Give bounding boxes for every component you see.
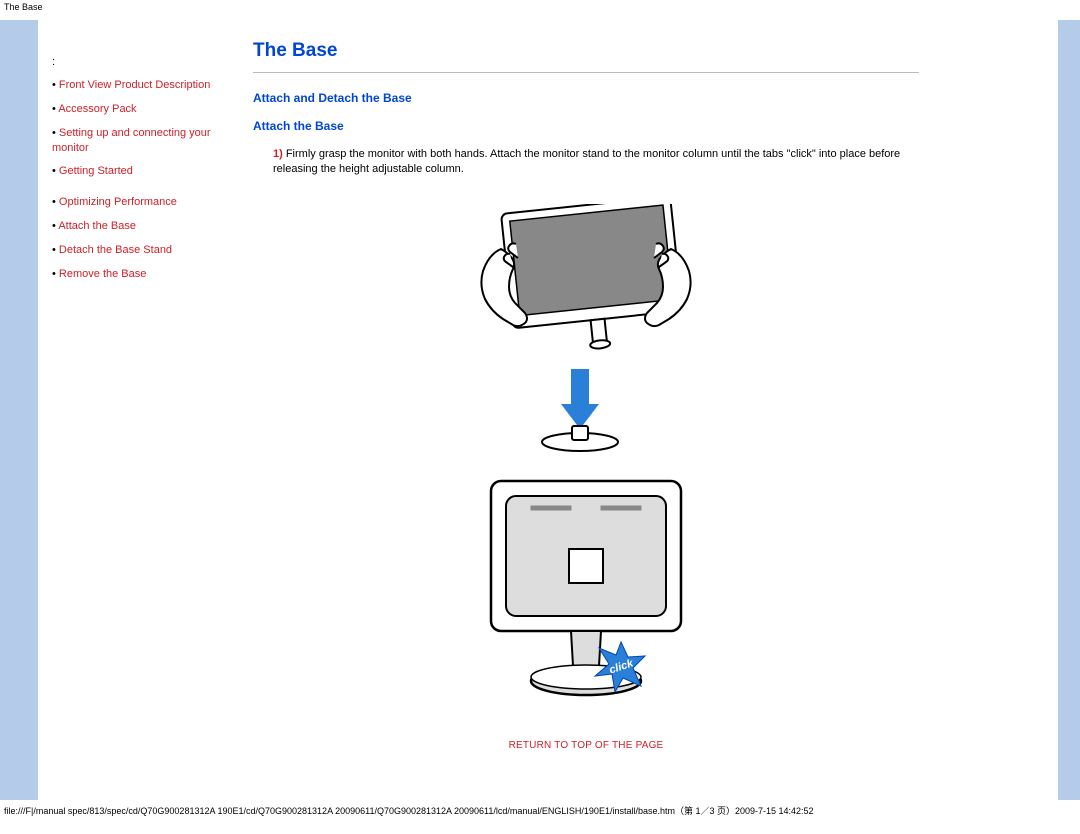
instruction-step-1: 1) Firmly grasp the monitor with both ha… xyxy=(273,147,919,178)
step-text: Firmly grasp the monitor with both hands… xyxy=(273,148,900,175)
illustration-attach-step2: click xyxy=(471,471,701,714)
sidebar-colon: : xyxy=(52,56,233,68)
sidebar-link[interactable]: Attach the Base xyxy=(58,220,136,232)
step-number: 1) xyxy=(273,148,283,160)
sidebar-link[interactable]: Optimizing Performance xyxy=(59,196,177,208)
sidebar-link[interactable]: Detach the Base Stand xyxy=(59,244,172,256)
main-content: The Base Attach and Detach the Base Atta… xyxy=(243,20,943,800)
sidebar-item-remove-base[interactable]: • Remove the Base xyxy=(52,267,233,282)
sidebar-link[interactable]: Getting Started xyxy=(59,165,133,177)
sidebar-link[interactable]: Front View Product Description xyxy=(59,79,210,91)
sidebar-link[interactable]: Setting up and connecting your monitor xyxy=(52,127,211,154)
illustration-area: click RETURN TO TOP OF THE PAGE xyxy=(253,198,919,751)
sidebar-item-setting-up[interactable]: • Setting up and connecting your monitor xyxy=(52,126,233,156)
sidebar-link[interactable]: Accessory Pack xyxy=(58,103,136,115)
sidebar-item-front-view[interactable]: • Front View Product Description xyxy=(52,78,233,93)
right-color-strip xyxy=(1058,20,1080,800)
sidebar-nav-list: • Front View Product Description • Acces… xyxy=(52,78,233,282)
footer-path: file:///F|/manual spec/813/spec/cd/Q70G9… xyxy=(0,800,1080,823)
page-wrap: : • Front View Product Description • Acc… xyxy=(0,20,1080,800)
illustration-attach-step1 xyxy=(456,204,716,457)
section-heading-attach-detach: Attach and Detach the Base xyxy=(253,91,919,105)
window-title: The Base xyxy=(0,0,1080,14)
sidebar-item-optimizing[interactable]: • Optimizing Performance xyxy=(52,195,233,210)
sidebar-item-getting-started[interactable]: • Getting Started xyxy=(52,164,233,179)
section-heading-attach: Attach the Base xyxy=(253,119,919,133)
down-arrow-icon xyxy=(561,369,599,429)
sidebar-link[interactable]: Remove the Base xyxy=(59,268,146,280)
return-to-top-link[interactable]: RETURN TO TOP OF THE PAGE xyxy=(253,740,919,751)
sidebar-item-attach-base[interactable]: • Attach the Base xyxy=(52,219,233,234)
sidebar: : • Front View Product Description • Acc… xyxy=(38,20,243,800)
sidebar-item-detach-base[interactable]: • Detach the Base Stand xyxy=(52,243,233,258)
left-color-strip xyxy=(0,20,38,800)
sidebar-item-accessory[interactable]: • Accessory Pack xyxy=(52,102,233,117)
page-title: The Base xyxy=(253,40,919,62)
divider xyxy=(253,72,919,73)
